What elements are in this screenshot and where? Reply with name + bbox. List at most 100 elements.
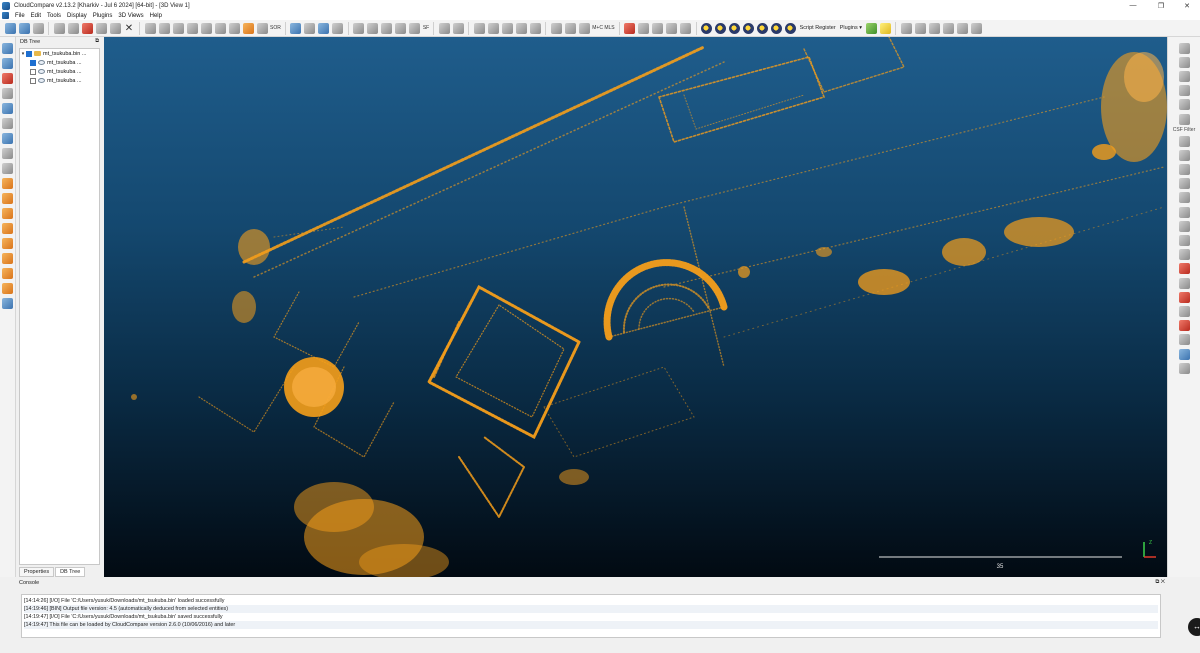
add-icon[interactable] — [395, 22, 407, 34]
point-picking-icon[interactable] — [304, 22, 316, 34]
point-cloud-render[interactable]: 35 Z — [104, 37, 1167, 577]
plugins-dropdown[interactable]: Plugins ▾ — [840, 25, 862, 31]
view-iso-icon[interactable] — [785, 22, 797, 34]
select-icon[interactable] — [2, 133, 13, 144]
float-panel-button[interactable]: ⧉ — [95, 38, 99, 45]
dome-icon-4[interactable] — [942, 22, 954, 34]
tree-child-row[interactable]: mt_tsukuba ... — [20, 67, 99, 76]
child-checkbox[interactable] — [30, 59, 36, 66]
point-list-icon[interactable] — [318, 22, 330, 34]
color-dots-icon[interactable] — [1178, 263, 1190, 275]
merge-icon[interactable] — [81, 22, 93, 34]
child-checkbox[interactable] — [30, 68, 36, 75]
sf-label[interactable]: SF — [423, 25, 429, 31]
python-plugin-icon[interactable] — [865, 22, 877, 34]
view-bottom-icon[interactable] — [771, 22, 783, 34]
sample-mesh-icon[interactable] — [144, 22, 156, 34]
open-file-icon[interactable] — [4, 22, 16, 34]
tree-child-row[interactable]: mt_tsukuba ... — [20, 58, 99, 67]
menu-help[interactable]: Help — [147, 13, 165, 19]
tab-properties[interactable]: Properties — [19, 567, 55, 577]
compass-icon[interactable] — [501, 22, 513, 34]
sor-label[interactable]: SOR — [270, 25, 281, 31]
pan-icon[interactable] — [2, 118, 13, 129]
lasso-icon[interactable] — [1178, 149, 1190, 161]
north-icon[interactable] — [1178, 135, 1190, 147]
fwf-icon[interactable] — [487, 22, 499, 34]
view-front-cube-icon[interactable] — [2, 193, 13, 204]
qr-icon[interactable] — [1178, 56, 1190, 68]
level-icon[interactable] — [2, 103, 13, 114]
view-front-icon[interactable] — [701, 22, 713, 34]
console-log[interactable]: [14:14:26] [I/O] File 'C:/Users/yusuk/Do… — [21, 594, 1161, 638]
tab-db-tree[interactable]: DB Tree — [55, 567, 86, 577]
sphere-icon[interactable] — [1178, 235, 1190, 247]
grid-2-icon[interactable] — [1178, 220, 1190, 232]
dome-icon-5[interactable] — [956, 22, 968, 34]
compass-icon[interactable] — [1178, 113, 1190, 125]
clone-icon[interactable] — [53, 22, 65, 34]
view-left-cube-icon[interactable] — [2, 208, 13, 219]
flat-icon[interactable] — [1178, 334, 1190, 346]
pause-icon[interactable] — [2, 73, 13, 84]
distance-icon[interactable] — [242, 22, 254, 34]
octree-icon[interactable] — [172, 22, 184, 34]
dome-icon-1[interactable] — [900, 22, 912, 34]
facets-icon[interactable] — [550, 22, 562, 34]
menu-edit[interactable]: Edit — [28, 13, 44, 19]
tree-icon[interactable] — [1178, 164, 1190, 176]
dome-icon-3[interactable] — [928, 22, 940, 34]
segment-icon[interactable] — [186, 22, 198, 34]
pin-icon[interactable] — [1178, 99, 1190, 111]
srs-icon[interactable] — [680, 22, 692, 34]
ellipse-icon[interactable] — [1178, 291, 1190, 303]
view-iso2-cube-icon[interactable] — [2, 283, 13, 294]
stereo-icon[interactable] — [2, 298, 13, 309]
cross-section-icon[interactable] — [228, 22, 240, 34]
subsample-icon[interactable] — [95, 22, 107, 34]
delete-icon[interactable]: ✕ — [124, 23, 135, 34]
camera-icon[interactable] — [2, 58, 13, 69]
clip-box-icon[interactable] — [290, 22, 302, 34]
move-icon[interactable] — [2, 148, 13, 159]
app-menu-icon[interactable] — [2, 12, 9, 19]
subtract-icon[interactable] — [409, 22, 421, 34]
level-icon[interactable] — [1178, 85, 1190, 97]
list-icon[interactable] — [67, 22, 79, 34]
label-icon[interactable] — [332, 22, 344, 34]
layers-icon[interactable] — [1178, 192, 1190, 204]
sf-convert-icon[interactable] — [452, 22, 464, 34]
menu-display[interactable]: Display — [64, 13, 90, 19]
hough-icon[interactable] — [564, 22, 576, 34]
scalar-field-icon[interactable] — [367, 22, 379, 34]
stop-icon[interactable] — [1178, 42, 1190, 54]
close-window-button[interactable]: ✕ — [1174, 0, 1200, 11]
sf-gradient-icon[interactable] — [381, 22, 393, 34]
sf-arithmetic-icon[interactable] — [438, 22, 450, 34]
translate-rotate-icon[interactable] — [200, 22, 212, 34]
full-screen-icon[interactable] — [2, 43, 13, 54]
normals-icon[interactable] — [158, 22, 170, 34]
dome-icon-6[interactable] — [970, 22, 982, 34]
csf-filter-label[interactable]: CSF Filter — [1173, 127, 1196, 133]
grid-icon[interactable] — [1178, 70, 1190, 82]
3d-view[interactable]: 35 Z — [104, 37, 1167, 577]
python-runner-icon[interactable] — [879, 22, 891, 34]
menu-3d-views[interactable]: 3D Views — [115, 13, 146, 19]
pivot-icon[interactable] — [2, 88, 13, 99]
floating-expand-button[interactable]: ↔ — [1188, 618, 1200, 636]
m3c2-icon[interactable] — [578, 22, 590, 34]
ransac-icon[interactable] — [666, 22, 678, 34]
network-icon[interactable] — [1178, 249, 1190, 261]
view-right-cube-icon[interactable] — [2, 238, 13, 249]
monitor-icon[interactable] — [1178, 277, 1190, 289]
mls-label[interactable]: M+C MLS — [592, 25, 614, 31]
minimize-button[interactable]: — — [1120, 0, 1146, 11]
tree-child-row[interactable]: mt_tsukuba ... — [20, 76, 99, 85]
menu-file[interactable]: File — [12, 13, 28, 19]
qanimation-icon[interactable] — [652, 22, 664, 34]
save-icon[interactable] — [18, 22, 30, 34]
menu-tools[interactable]: Tools — [44, 13, 64, 19]
script-register-button[interactable]: Script Register — [800, 25, 836, 31]
apply-transform-icon[interactable] — [109, 22, 121, 34]
